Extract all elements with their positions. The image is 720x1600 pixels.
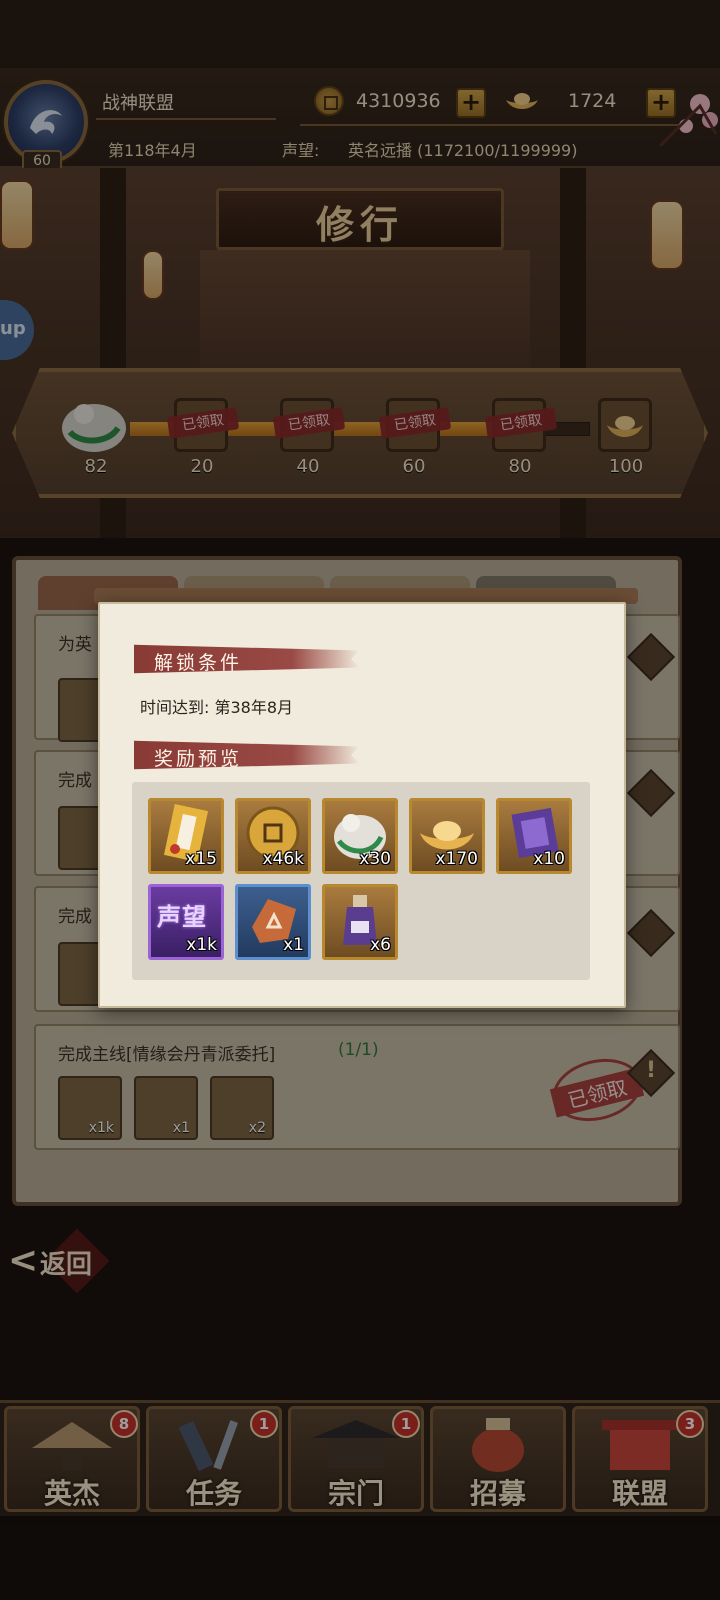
reward-count: x1k [186, 935, 217, 955]
reward-item[interactable]: x15 [148, 798, 224, 874]
reward-item[interactable]: x1 [235, 884, 311, 960]
unlock-condition: 时间达到: 第38年8月 [140, 698, 294, 717]
reward-count: x1 [283, 935, 304, 955]
reward-count: x46k [262, 849, 304, 869]
reward-item[interactable]: x10 [496, 798, 572, 874]
reward-item[interactable]: x170 [409, 798, 485, 874]
reward-count: x170 [435, 849, 478, 869]
reward-item[interactable]: x46k [235, 798, 311, 874]
prestige-icon: 声望 [157, 902, 207, 931]
reward-count: x10 [533, 849, 565, 869]
reward-title: 奖励预览 [154, 748, 243, 770]
reward-item[interactable]: x6 [322, 884, 398, 960]
reward-item[interactable]: x30 [322, 798, 398, 874]
reward-count: x30 [359, 849, 391, 869]
unlock-title: 解锁条件 [154, 652, 243, 674]
reward-item[interactable]: 声望 x1k [148, 884, 224, 960]
reward-count: x15 [185, 849, 217, 869]
reward-count: x6 [370, 935, 391, 955]
